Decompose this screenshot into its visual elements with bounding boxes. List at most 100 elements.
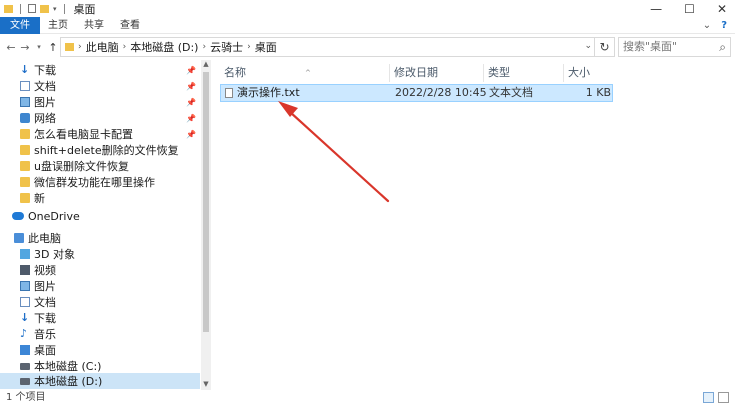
sidebar-item-label: 下载 <box>34 312 56 325</box>
sidebar-item-music[interactable]: ♪ 音乐 <box>0 326 200 342</box>
text-file-icon <box>225 88 233 98</box>
pin-icon: 📌 <box>186 129 196 139</box>
folder-icon <box>20 129 30 139</box>
music-icon: ♪ <box>20 327 28 340</box>
title-bar: ▾ 桌面 — ☐ ✕ <box>0 0 735 17</box>
pin-icon: 📌 <box>186 97 196 107</box>
table-row[interactable]: 演示操作.txt 2022/2/28 10:45 文本文档 1 KB <box>220 84 613 102</box>
navigation-bar: ← → ▾ ↑ › 此电脑 › 本地磁盘 (D:) › 云骑士 › 桌面 ⌄ ↻… <box>0 35 735 59</box>
sidebar-item-label: 新 <box>34 192 45 205</box>
column-header-label: 大小 <box>568 66 590 79</box>
download-icon: ↓ <box>20 63 30 76</box>
maximize-button[interactable]: ☐ <box>684 2 695 16</box>
document-icon <box>20 81 30 91</box>
folder-icon <box>65 43 74 51</box>
sidebar-item-folder[interactable]: shift+delete删除的文件恢复 <box>0 142 200 158</box>
folder-icon <box>20 145 30 155</box>
forward-arrow-icon[interactable]: → <box>18 41 32 54</box>
sidebar-item-documents[interactable]: 文档 📌 <box>0 78 200 94</box>
properties-icon[interactable] <box>28 4 36 13</box>
cloud-icon <box>12 212 24 220</box>
scrollbar-thumb[interactable] <box>203 72 209 332</box>
picture-icon <box>20 281 30 291</box>
column-header-modified[interactable]: 修改日期 <box>390 64 484 82</box>
refresh-icon[interactable]: ↻ <box>594 38 614 56</box>
search-input[interactable]: 搜索"桌面" ⌕ <box>618 37 731 57</box>
column-header-size[interactable]: 大小 <box>564 64 614 82</box>
column-header-type[interactable]: 类型 <box>484 64 564 82</box>
address-bar[interactable]: › 此电脑 › 本地磁盘 (D:) › 云骑士 › 桌面 ⌄ ↻ <box>60 37 615 57</box>
folder-icon <box>20 161 30 171</box>
sidebar-item-folder[interactable]: u盘误删除文件恢复 <box>0 158 200 174</box>
sidebar-item-downloads[interactable]: ↓ 下载 <box>0 310 200 326</box>
sidebar-item-label: shift+delete删除的文件恢复 <box>34 144 179 157</box>
tab-file[interactable]: 文件 <box>0 16 40 34</box>
sidebar-item-label: 本地磁盘 (D:) <box>34 375 103 388</box>
sidebar-item-3d-objects[interactable]: 3D 对象 <box>0 246 200 262</box>
cube-icon <box>20 249 30 259</box>
column-header-name[interactable]: 名称 ^ <box>220 64 390 82</box>
sidebar-item-folder[interactable]: 微信群发功能在哪里操作 <box>0 174 200 190</box>
close-button[interactable]: ✕ <box>717 2 727 16</box>
up-arrow-icon[interactable]: ↑ <box>46 41 60 54</box>
file-name-cell[interactable]: 演示操作.txt <box>225 85 390 101</box>
recent-dropdown-icon[interactable]: ▾ <box>32 43 46 51</box>
breadcrumb-desktop[interactable]: 桌面 <box>255 39 277 55</box>
chevron-right-icon[interactable]: › <box>202 42 206 52</box>
picture-icon <box>20 97 30 107</box>
tab-share[interactable]: 共享 <box>76 17 112 34</box>
sidebar-item-videos[interactable]: 视频 <box>0 262 200 278</box>
pin-icon: 📌 <box>186 113 196 123</box>
quick-access-toolbar: ▾ 桌面 <box>0 1 96 17</box>
minimize-button[interactable]: — <box>650 2 662 16</box>
download-icon: ↓ <box>20 311 30 324</box>
chevron-right-icon[interactable]: › <box>247 42 251 52</box>
large-icons-view-icon[interactable] <box>718 392 729 403</box>
sidebar-item-pictures[interactable]: 图片 📌 <box>0 94 200 110</box>
folder-icon <box>20 193 30 203</box>
computer-icon <box>14 233 24 243</box>
breadcrumb-drive-d[interactable]: 本地磁盘 (D:) <box>130 39 198 55</box>
sidebar-item-drive-d[interactable]: 本地磁盘 (D:) <box>0 373 200 389</box>
sidebar-item-label: 图片 <box>34 96 56 109</box>
breadcrumb-yunqishi[interactable]: 云骑士 <box>210 39 243 55</box>
navigation-pane: ↓ 下载 📌 文档 📌 图片 📌 网络 📌 怎么看电脑显卡配置 📌 shift+… <box>0 60 211 390</box>
new-folder-icon[interactable] <box>40 4 49 13</box>
tab-view[interactable]: 查看 <box>112 17 148 34</box>
scroll-down-icon[interactable]: ▼ <box>201 380 211 390</box>
scroll-up-icon[interactable]: ▲ <box>201 60 211 70</box>
sidebar-item-folder[interactable]: 怎么看电脑显卡配置 📌 <box>0 126 200 142</box>
divider <box>63 3 65 14</box>
sidebar-item-label: 文档 <box>34 296 56 309</box>
sidebar-item-this-pc[interactable]: 此电脑 <box>0 230 200 246</box>
search-placeholder: 搜索"桌面" <box>623 40 678 53</box>
tab-home[interactable]: 主页 <box>40 17 76 34</box>
sidebar-item-downloads[interactable]: ↓ 下载 📌 <box>0 62 200 78</box>
sidebar-item-label: 桌面 <box>34 344 56 357</box>
sidebar-item-label: 文档 <box>34 80 56 93</box>
customize-dropdown-icon[interactable]: ▾ <box>53 5 57 13</box>
file-name: 演示操作.txt <box>237 86 300 99</box>
sidebar-item-desktop[interactable]: 桌面 <box>0 342 200 358</box>
chevron-right-icon[interactable]: › <box>123 42 127 52</box>
folder-icon <box>20 177 30 187</box>
address-history-dropdown-icon[interactable]: ⌄ <box>584 41 592 51</box>
sidebar-item-drive-c[interactable]: 本地磁盘 (C:) <box>0 358 200 374</box>
sidebar-scrollbar[interactable]: ▲ ▼ <box>201 60 211 390</box>
sidebar-item-network[interactable]: 网络 📌 <box>0 110 200 126</box>
sidebar-item-label: 怎么看电脑显卡配置 <box>34 128 133 141</box>
sidebar-item-onedrive[interactable]: OneDrive <box>0 208 200 224</box>
chevron-right-icon[interactable]: › <box>78 42 82 52</box>
drive-icon <box>20 377 30 385</box>
sidebar-item-folder[interactable]: 新 <box>0 190 200 206</box>
back-arrow-icon[interactable]: ← <box>4 41 18 54</box>
video-icon <box>20 265 30 275</box>
sidebar-item-documents[interactable]: 文档 <box>0 294 200 310</box>
details-view-icon[interactable] <box>703 392 714 403</box>
sidebar-item-label: 本地磁盘 (C:) <box>34 360 102 373</box>
expand-ribbon-icon[interactable]: ⌄ <box>703 20 711 31</box>
window-title: 桌面 <box>73 2 96 16</box>
breadcrumb-this-pc[interactable]: 此电脑 <box>86 39 119 55</box>
help-button[interactable]: ? <box>721 20 727 31</box>
sidebar-item-pictures[interactable]: 图片 <box>0 278 200 294</box>
